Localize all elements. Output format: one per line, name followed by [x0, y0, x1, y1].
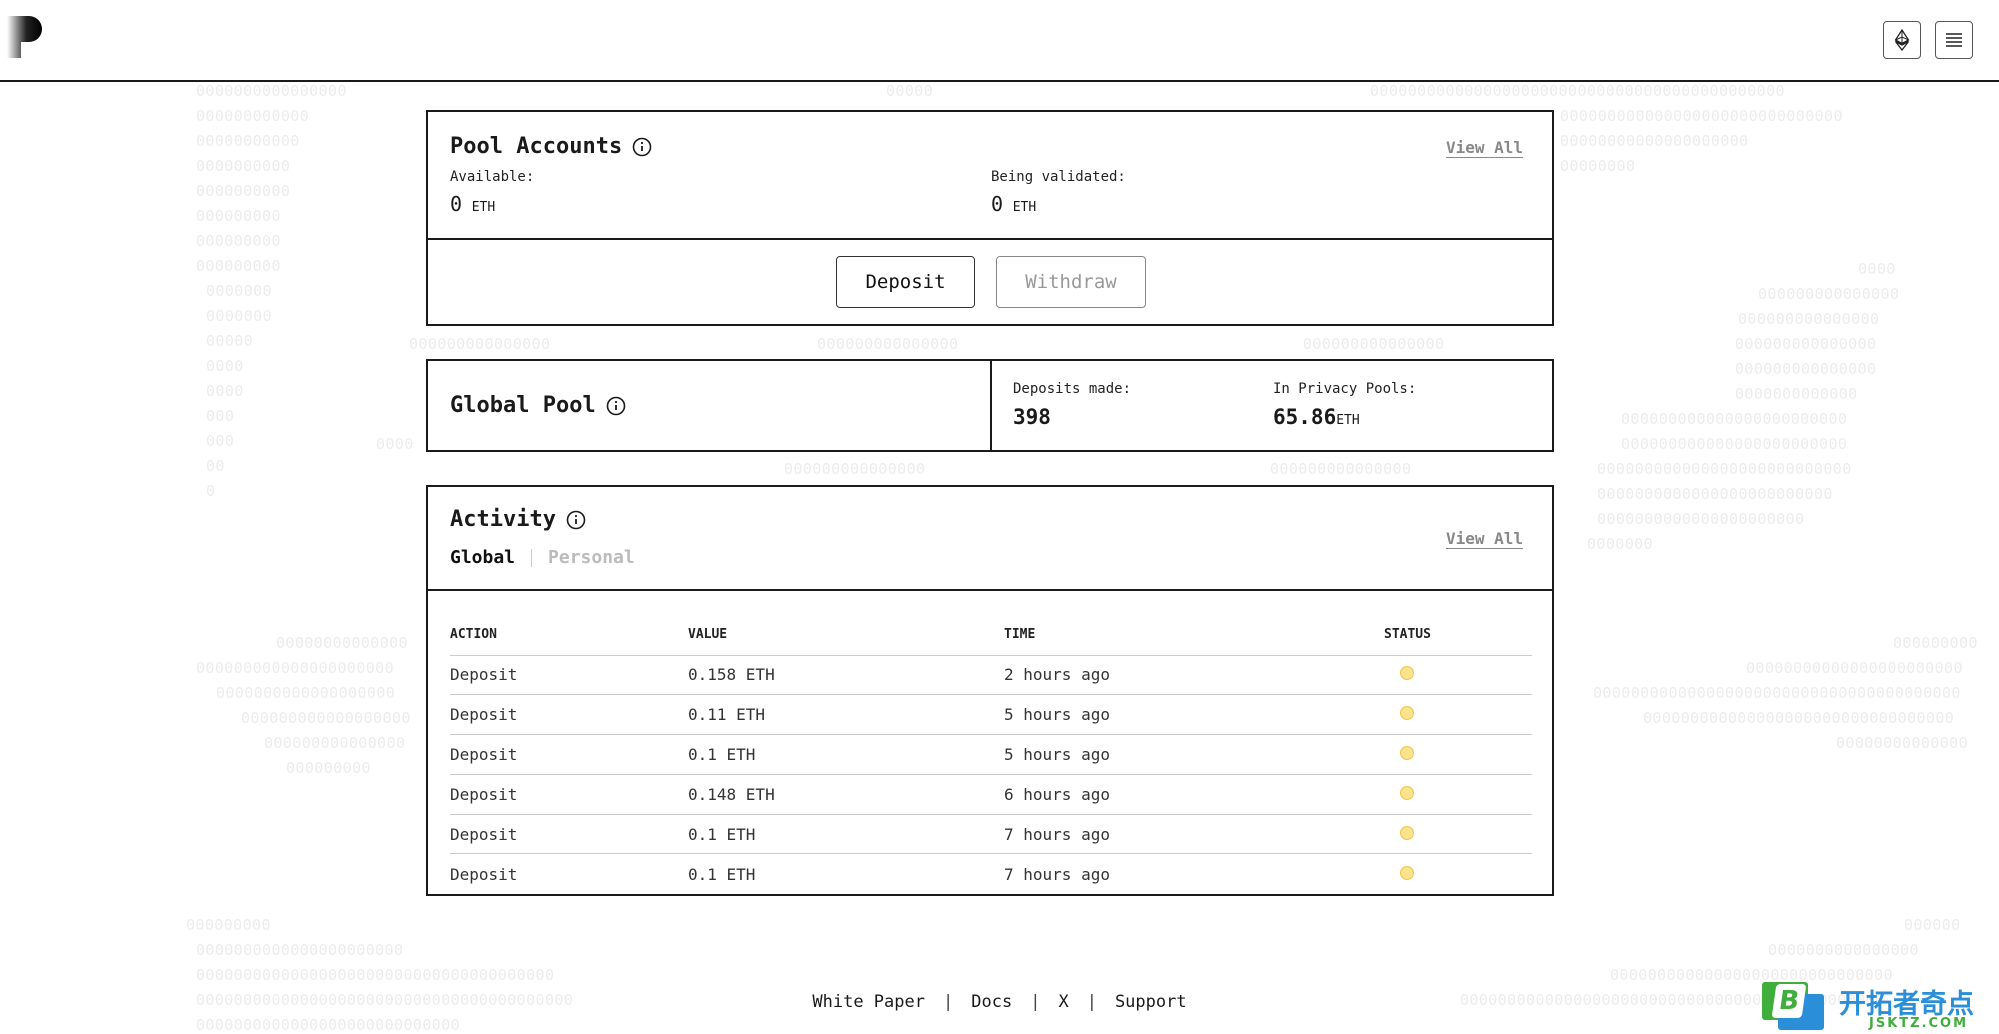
- ethereum-network-button[interactable]: [1883, 21, 1921, 59]
- row-action: Deposit: [450, 655, 688, 696]
- table-row[interactable]: Deposit 0.1 ETH 5 hours ago: [450, 734, 1532, 775]
- withdraw-button[interactable]: Withdraw: [996, 256, 1146, 308]
- activity-table: ACTION VALUE TIME STATUS Deposit 0.158 E…: [450, 615, 1532, 894]
- row-value: 0.1 ETH: [688, 734, 1004, 775]
- privacy-pools-label: In Privacy Pools:: [1273, 381, 1417, 397]
- row-action: Deposit: [450, 694, 688, 736]
- activity-panel: Activity Global Personal View All ACTION…: [426, 485, 1554, 896]
- table-header-row: ACTION VALUE TIME STATUS: [450, 615, 1532, 656]
- activity-divider: [428, 589, 1552, 591]
- being-validated-value: 0: [991, 192, 1004, 216]
- available-amount: 0 ETH: [450, 192, 495, 216]
- available-label: Available:: [450, 169, 535, 185]
- ethereum-icon: [1894, 29, 1910, 51]
- row-status: [1384, 814, 1532, 855]
- row-status: [1384, 655, 1532, 696]
- activity-tabs: Global Personal: [450, 547, 635, 568]
- row-time: 5 hours ago: [1004, 734, 1384, 775]
- row-status: [1384, 694, 1532, 736]
- deposits-made-label: Deposits made:: [1013, 381, 1132, 397]
- info-icon[interactable]: [632, 137, 652, 157]
- footer-x-link[interactable]: X: [1058, 992, 1068, 1012]
- footer-separator: |: [1030, 992, 1041, 1012]
- row-value: 0.11 ETH: [688, 694, 1004, 736]
- row-time: 5 hours ago: [1004, 694, 1384, 736]
- row-time: 2 hours ago: [1004, 655, 1384, 696]
- table-row[interactable]: Deposit 0.1 ETH 7 hours ago: [450, 814, 1532, 855]
- info-icon[interactable]: [566, 510, 586, 530]
- pool-accounts-title: Pool Accounts: [450, 134, 623, 159]
- footer-white-paper-link[interactable]: White Paper: [812, 992, 925, 1012]
- footer: White Paper | Docs | X | Support: [0, 992, 1999, 1012]
- being-validated-unit: ETH: [1012, 200, 1037, 215]
- available-unit: ETH: [471, 200, 496, 215]
- row-action: Deposit: [450, 814, 688, 855]
- status-pending-icon: [1400, 825, 1414, 840]
- status-pending-icon: [1400, 785, 1414, 800]
- table-row[interactable]: Deposit 0.1 ETH 7 hours ago: [450, 854, 1532, 894]
- tab-personal[interactable]: Personal: [548, 547, 635, 568]
- info-icon[interactable]: [606, 396, 626, 416]
- activity-view-all-link[interactable]: View All: [1446, 529, 1523, 548]
- menu-button[interactable]: [1935, 21, 1973, 59]
- global-pool-heading: Global Pool: [450, 393, 626, 418]
- row-status: [1384, 774, 1532, 815]
- table-row[interactable]: Deposit 0.148 ETH 6 hours ago: [450, 774, 1532, 815]
- table-row[interactable]: Deposit 0.158 ETH 2 hours ago: [450, 655, 1532, 696]
- status-pending-icon: [1400, 865, 1414, 880]
- menu-icon: [1946, 33, 1962, 47]
- status-pending-icon: [1400, 745, 1414, 760]
- row-value: 0.1 ETH: [688, 864, 756, 884]
- deposit-button[interactable]: Deposit: [836, 256, 975, 308]
- global-pool-title: Global Pool: [450, 393, 596, 418]
- privacy-pools-amount: 65.86ETH: [1273, 405, 1360, 429]
- row-action: Deposit: [450, 734, 688, 775]
- top-bar: [0, 0, 1999, 82]
- tab-divider: [531, 548, 533, 567]
- watermark-domain: JSKTZ.COM: [1869, 1016, 1969, 1031]
- row-status: [1384, 734, 1532, 775]
- status-pending-icon: [1400, 666, 1414, 681]
- watermark-badge-icon: B: [1762, 982, 1824, 1030]
- column-value: VALUE: [688, 615, 1004, 656]
- table-row[interactable]: Deposit 0.11 ETH 5 hours ago: [450, 694, 1532, 736]
- column-status: STATUS: [1384, 615, 1532, 656]
- footer-separator: |: [1086, 992, 1097, 1012]
- pool-accounts-heading: Pool Accounts: [450, 134, 652, 159]
- row-status: [1384, 854, 1532, 894]
- pool-accounts-view-all-link[interactable]: View All: [1446, 138, 1523, 157]
- column-time: TIME: [1004, 615, 1384, 656]
- activity-title: Activity: [450, 507, 556, 532]
- column-action: ACTION: [450, 615, 688, 656]
- row-time: 7 hours ago: [1004, 864, 1110, 884]
- being-validated-label: Being validated:: [991, 169, 1126, 185]
- row-action: Deposit: [450, 774, 688, 815]
- pool-actions: Deposit Withdraw: [428, 238, 1552, 326]
- watermark: B 开拓者奇点 JSKTZ.COM: [1759, 978, 1999, 1034]
- available-value: 0: [450, 192, 463, 216]
- row-action: Deposit: [450, 864, 518, 884]
- status-pending-icon: [1400, 706, 1414, 721]
- privacy-pools-unit: ETH: [1336, 413, 1360, 428]
- row-time: 6 hours ago: [1004, 774, 1384, 815]
- row-time: 7 hours ago: [1004, 814, 1384, 855]
- watermark-badge-letter: B: [1771, 984, 1807, 1018]
- global-pool-panel: Global Pool Deposits made: 398 In Privac…: [426, 359, 1554, 452]
- footer-docs-link[interactable]: Docs: [971, 992, 1012, 1012]
- row-value: 0.1 ETH: [688, 814, 1004, 855]
- divider: [990, 361, 992, 450]
- tab-global[interactable]: Global: [450, 547, 515, 568]
- being-validated-amount: 0 ETH: [991, 192, 1036, 216]
- footer-separator: |: [942, 992, 954, 1012]
- privacy-pools-logo-icon[interactable]: [7, 16, 47, 58]
- privacy-pools-value: 65.86: [1273, 405, 1337, 429]
- row-value: 0.148 ETH: [688, 774, 1004, 815]
- pool-accounts-panel: Pool Accounts View All Available: 0 ETH …: [426, 110, 1554, 326]
- row-value: 0.158 ETH: [688, 655, 1004, 696]
- footer-support-link[interactable]: Support: [1115, 992, 1187, 1012]
- activity-heading: Activity: [450, 507, 586, 532]
- deposits-made-value: 398: [1013, 405, 1051, 429]
